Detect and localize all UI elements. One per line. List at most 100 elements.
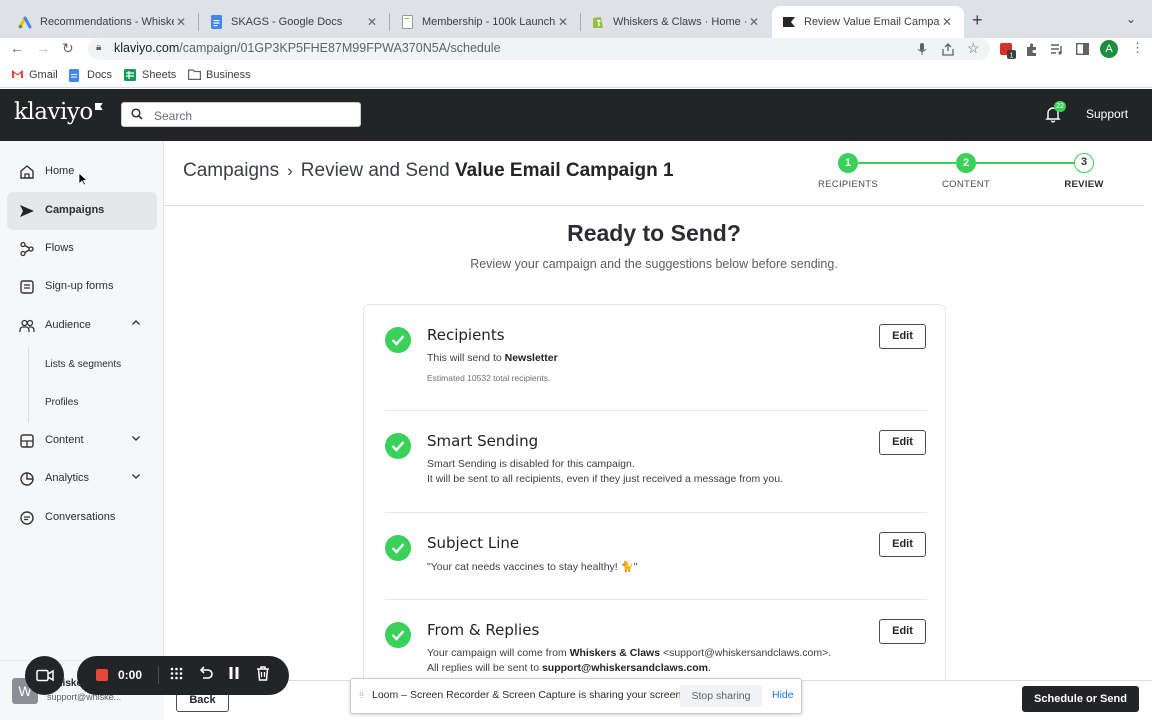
sidebar-item-label: Analytics	[45, 472, 90, 484]
bookmark-label: Gmail	[29, 69, 58, 81]
bookmark-business[interactable]: Business	[188, 69, 251, 81]
bookmark-label: Docs	[87, 69, 113, 81]
close-tab-icon[interactable]: ✕	[747, 15, 761, 29]
sidebar-item-analytics[interactable]: Analytics	[7, 460, 157, 498]
sidebar-item-flows[interactable]: Flows	[7, 230, 157, 268]
edit-smart-sending-button[interactable]: Edit	[879, 430, 926, 455]
smart-sending-heading: Smart Sending	[427, 432, 539, 450]
loom-drawing-grid-icon[interactable]	[169, 666, 184, 684]
from-email: <support@whiskersandclaws.com>.	[660, 647, 832, 659]
edit-from-replies-button[interactable]: Edit	[879, 619, 926, 644]
subject-line-text: "Your cat needs vaccines to stay healthy…	[427, 561, 638, 573]
chevron-down-icon[interactable]	[131, 433, 141, 446]
bookmark-docs[interactable]: Docs	[69, 69, 113, 82]
browser-tab-review[interactable]: Review Value Email Campaign ✕	[772, 6, 964, 38]
edit-subject-line-button[interactable]: Edit	[879, 532, 926, 557]
browser-menu-icon[interactable]: ⋮	[1131, 40, 1144, 56]
bookmark-star-icon[interactable]: ☆	[967, 40, 980, 57]
step-content-marker[interactable]: 2	[956, 153, 976, 173]
subject-line-heading: Subject Line	[427, 534, 520, 552]
loom-stop-recording-button[interactable]	[96, 669, 108, 681]
chevron-up-icon[interactable]	[131, 318, 141, 331]
breadcrumb-campaigns-link[interactable]: Campaigns	[183, 160, 279, 181]
send-icon	[19, 203, 35, 219]
back-arrow-icon[interactable]: ←	[10, 40, 24, 56]
tab-search-chevron-icon[interactable]: ⌄	[1126, 12, 1136, 26]
search-icon	[131, 108, 143, 123]
profile-avatar[interactable]: A	[1100, 40, 1118, 58]
sidebar-item-conversations[interactable]: Conversations	[7, 499, 157, 537]
url-text[interactable]: klaviyo.com/campaign/01GP3KP5FHE87M99FPW…	[114, 41, 501, 55]
close-tab-icon[interactable]: ✕	[365, 15, 379, 29]
klaviyo-icon	[782, 15, 796, 29]
schedule-or-send-button[interactable]: Schedule or Send	[1022, 686, 1139, 712]
tab-title: Review Value Email Campaign	[804, 16, 940, 28]
bookmark-label: Business	[206, 69, 251, 81]
new-tab-icon[interactable]: +	[972, 10, 983, 31]
sidebar-item-label: Sign-up forms	[45, 280, 114, 292]
sidebar-item-label: Campaigns	[45, 204, 105, 216]
share-icon[interactable]	[942, 43, 954, 59]
sidebar-item-audience[interactable]: Audience	[7, 307, 157, 345]
side-panel-icon[interactable]	[1075, 42, 1090, 58]
sidebar-item-label: Audience	[45, 319, 91, 331]
google-ads-icon	[18, 15, 32, 29]
close-tab-icon[interactable]: ✕	[940, 15, 954, 29]
smart-sending-text-1: Smart Sending is disabled for this campa…	[427, 458, 635, 470]
sidebar-item-campaigns[interactable]: Campaigns	[7, 192, 157, 230]
pdf-extension-icon[interactable]: 1	[1000, 43, 1016, 62]
browser-tab-membership[interactable]: Membership - 100k Launch an ✕	[390, 6, 580, 38]
support-link[interactable]: Support	[1086, 107, 1128, 121]
search-input[interactable]: Search	[121, 102, 361, 127]
reading-list-icon[interactable]	[1050, 43, 1064, 58]
loom-trash-icon[interactable]	[256, 666, 270, 684]
tab-title: SKAGS - Google Docs	[231, 16, 343, 28]
drag-handle-icon[interactable]: ⁞⁞	[359, 690, 364, 700]
sidebar-subitem-lists-segments[interactable]: Lists & segments	[45, 359, 121, 370]
browser-tab-skags[interactable]: SKAGS - Google Docs ✕	[199, 6, 389, 38]
notification-count-badge: 22	[1054, 101, 1066, 112]
google-docs-icon	[69, 69, 81, 82]
tab-title: Membership - 100k Launch an	[422, 16, 556, 28]
breadcrumb: Campaigns › Review and Send Value Email Ca…	[183, 160, 674, 182]
bookmark-sheets[interactable]: Sheets	[124, 69, 176, 81]
loom-camera-button[interactable]	[25, 656, 64, 695]
step-recipients-marker[interactable]: 1	[838, 153, 858, 173]
content-icon	[19, 433, 35, 449]
browser-tab-recommendations[interactable]: Recommendations - Whiskers ✕	[8, 6, 198, 38]
edit-recipients-button[interactable]: Edit	[879, 324, 926, 349]
close-tab-icon[interactable]: ✕	[174, 15, 188, 29]
from-name: Whiskers & Claws	[569, 647, 661, 659]
logo-flag-icon	[94, 103, 103, 110]
reload-icon[interactable]: ↻	[62, 40, 74, 57]
forward-arrow-icon[interactable]: →	[36, 40, 50, 56]
sidebar-item-content[interactable]: Content	[7, 422, 157, 460]
section-divider	[385, 410, 927, 411]
check-circle-icon	[385, 327, 411, 353]
recipients-text: This will send to Newsletter	[427, 352, 558, 364]
lock-icon[interactable]: 🔒︎	[96, 42, 101, 53]
step-review-marker[interactable]: 3	[1074, 153, 1094, 173]
smart-sending-text-2: It will be sent to all recipients, even …	[427, 473, 784, 485]
sidebar-subitem-profiles[interactable]: Profiles	[45, 397, 78, 408]
stop-sharing-button[interactable]: Stop sharing	[680, 685, 762, 707]
hide-sharing-bar-button[interactable]: Hide	[772, 689, 794, 701]
flows-icon	[19, 241, 35, 257]
klaviyo-logo[interactable]: klaviyo	[14, 99, 103, 125]
step-content-label[interactable]: CONTENT	[942, 179, 990, 190]
browser-tab-shopify[interactable]: Whiskers & Claws · Home · Sh ✕	[581, 6, 771, 38]
loom-undo-icon[interactable]	[198, 666, 213, 683]
step-recipients-label[interactable]: RECIPIENTS	[818, 179, 878, 190]
chevron-down-icon[interactable]	[131, 471, 141, 484]
loom-pause-icon[interactable]	[228, 666, 240, 683]
close-tab-icon[interactable]: ✕	[556, 15, 570, 29]
loom-timer: 0:00	[118, 668, 143, 682]
extensions-puzzle-icon[interactable]	[1025, 43, 1039, 60]
sidebar-item-label: Conversations	[45, 511, 116, 523]
section-divider	[385, 599, 927, 600]
bookmark-label: Sheets	[142, 69, 177, 81]
step-review-label[interactable]: REVIEW	[1064, 179, 1103, 190]
sidebar-item-signup-forms[interactable]: Sign-up forms	[7, 268, 157, 306]
bookmark-gmail[interactable]: Gmail	[11, 69, 58, 81]
microphone-icon[interactable]	[917, 43, 927, 59]
